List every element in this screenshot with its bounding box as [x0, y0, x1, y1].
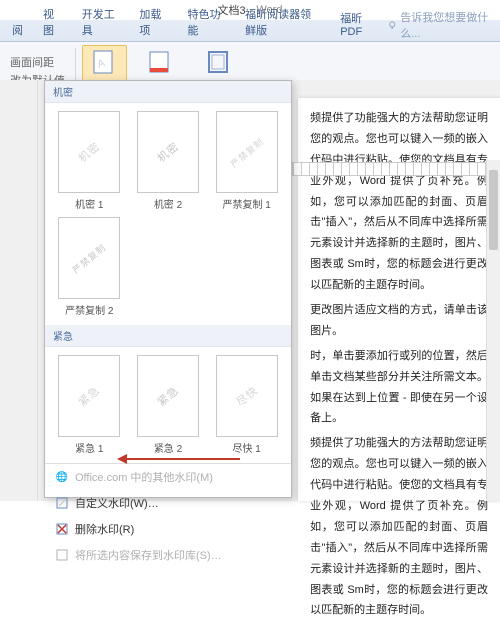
tab-foxit-pdf[interactable]: 福昕PDF [330, 7, 388, 41]
tab-features[interactable]: 特色功能 [178, 3, 236, 41]
vertical-scrollbar[interactable] [486, 160, 500, 501]
ribbon-tabs: 阅 视图 开发工具 加载项 特色功能 福昕阅读器领鲜版 福昕PDF 告诉我您想要… [0, 20, 500, 42]
wm-option[interactable]: 严禁复制严禁复制 2 [53, 217, 126, 317]
wm-menu-office: 🌐 Office.com 中的其他水印(M) [45, 464, 291, 490]
watermark-dropdown: 机密 机密机密 1 机密机密 2 严禁复制严禁复制 1 严禁复制严禁复制 2 紧… [44, 80, 292, 498]
annotation-arrow [120, 458, 240, 460]
page-color-icon [145, 48, 173, 76]
wm-section-confidential: 机密 [45, 81, 291, 103]
watermark-icon: A [90, 48, 118, 76]
bulb-icon [388, 20, 396, 30]
page-border-icon [204, 48, 232, 76]
horizontal-ruler[interactable] [292, 162, 498, 176]
wm-option[interactable]: 尽快尽快 1 [210, 355, 283, 455]
wm-option[interactable]: 机密机密 1 [53, 111, 126, 211]
wm-menu-remove[interactable]: 删除水印(R) [45, 516, 291, 542]
custom-watermark-icon [55, 496, 69, 510]
wm-option[interactable]: 机密机密 2 [132, 111, 205, 211]
remove-watermark-icon [55, 522, 69, 536]
paragraph: 时，单击要添加行或列的位置，然后单击文档某些部分并关注所需文本。如果在达到上位置… [310, 346, 488, 430]
tab-devtools[interactable]: 开发工具 [72, 3, 130, 41]
wm-option[interactable]: 紧急紧急 1 [53, 355, 126, 455]
wm-grid-confidential: 机密机密 1 机密机密 2 严禁复制严禁复制 1 严禁复制严禁复制 2 [45, 103, 291, 325]
tab-view[interactable]: 视图 [33, 3, 72, 41]
wm-section-urgent: 紧急 [45, 325, 291, 347]
wm-menu-custom[interactable]: 自定义水印(W)… [45, 490, 291, 516]
paragraph: 更改图片适应文档的方式，请单击该图片。 [310, 300, 488, 342]
tab-addins[interactable]: 加载项 [129, 3, 177, 41]
tell-me-text: 告诉我您想要做什么... [400, 9, 492, 41]
wm-grid-urgent: 紧急紧急 1 紧急紧急 2 尽快尽快 1 [45, 347, 291, 463]
wm-menu-save: 将所选内容保存到水印库(S)… [45, 542, 291, 568]
tab-foxit-reader[interactable]: 福昕阅读器领鲜版 [235, 3, 330, 41]
paragraph: 频提供了功能强大的方法帮助您证明您的观点。您也可以键入一频的嵌入代码中进行粘贴。… [310, 108, 488, 296]
tab-review-partial[interactable]: 阅 [2, 19, 33, 41]
document-page[interactable]: 频提供了功能强大的方法帮助您证明您的观点。您也可以键入一频的嵌入代码中进行粘贴。… [298, 98, 500, 501]
wm-option[interactable]: 严禁复制严禁复制 1 [210, 111, 283, 211]
wm-menu: 🌐 Office.com 中的其他水印(M) 自定义水印(W)… 删除水印(R)… [45, 463, 291, 568]
scrollbar-thumb[interactable] [489, 170, 498, 250]
save-selection-icon [55, 548, 69, 562]
tell-me[interactable]: 告诉我您想要做什么... [388, 9, 500, 41]
globe-icon: 🌐 [55, 470, 69, 484]
paragraph: 频提供了功能强大的方法帮助您证明您的观点。您也可以键入一频的嵌入代码中进行粘贴。… [310, 433, 488, 621]
left-gutter [0, 80, 38, 501]
wm-option[interactable]: 紧急紧急 2 [132, 355, 205, 455]
